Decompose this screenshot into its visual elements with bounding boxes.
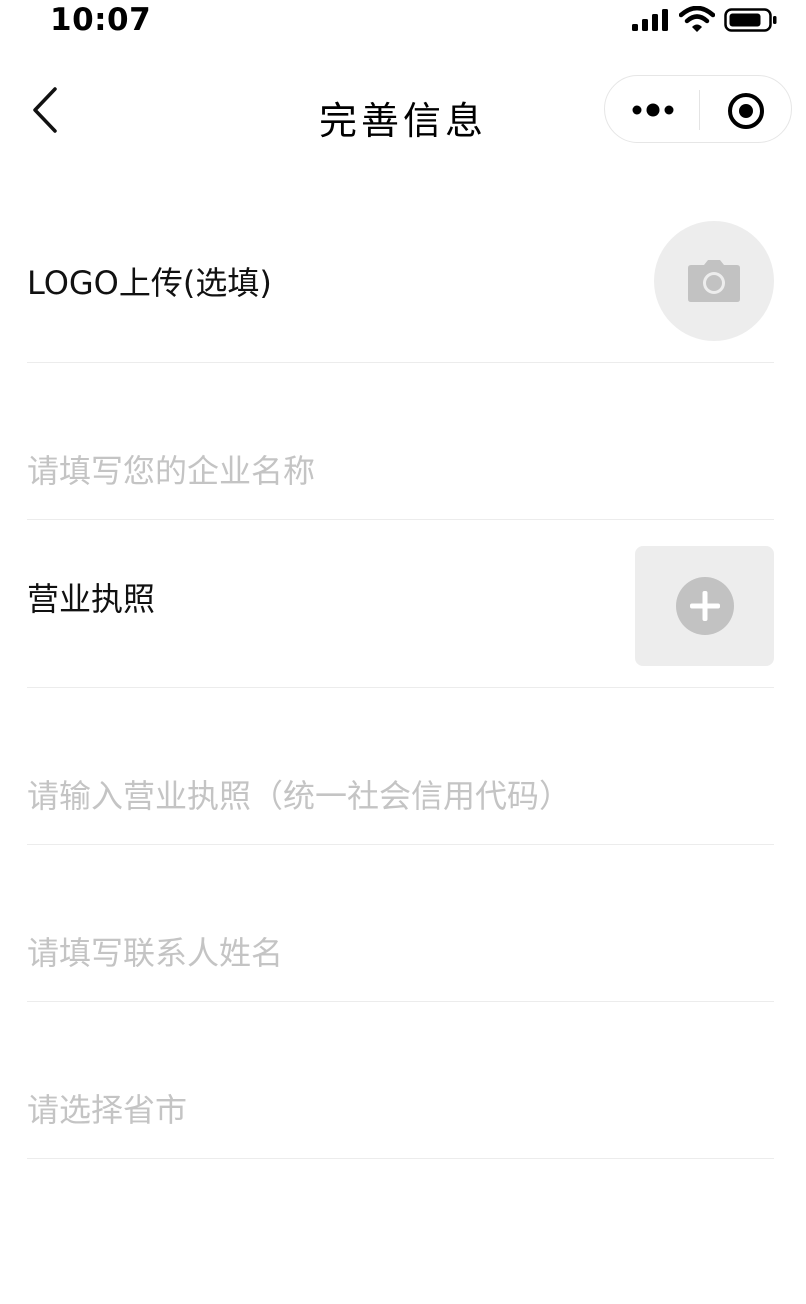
logo-upload-button[interactable] — [654, 221, 774, 341]
signal-icon — [632, 9, 668, 31]
contact-name-row — [27, 845, 774, 1002]
region-row[interactable] — [27, 1002, 774, 1159]
status-bar: 10:07 — [0, 0, 806, 44]
contact-name-input[interactable] — [27, 933, 727, 973]
logo-label: LOGO上传(选填) — [27, 264, 272, 302]
more-dots-icon — [632, 103, 674, 117]
license-upload-button[interactable] — [635, 546, 774, 666]
nav-bar: 完善信息 — [0, 60, 806, 170]
plus-circle-icon — [675, 577, 734, 635]
more-button[interactable] — [627, 92, 679, 128]
region-picker[interactable] — [27, 1090, 727, 1130]
camera-icon — [688, 260, 740, 302]
license-code-row — [27, 688, 774, 845]
company-name-row — [27, 363, 774, 520]
license-code-input[interactable] — [27, 776, 727, 816]
license-label: 营业执照 — [27, 580, 156, 618]
status-time: 10:07 — [50, 2, 152, 38]
capsule-divider — [699, 90, 700, 130]
close-mini-program-button[interactable] — [725, 90, 767, 132]
record-circle-icon — [728, 93, 764, 129]
wifi-icon — [679, 6, 715, 32]
company-name-input[interactable] — [27, 451, 727, 491]
mini-program-capsule — [604, 75, 792, 143]
battery-icon — [724, 8, 777, 32]
